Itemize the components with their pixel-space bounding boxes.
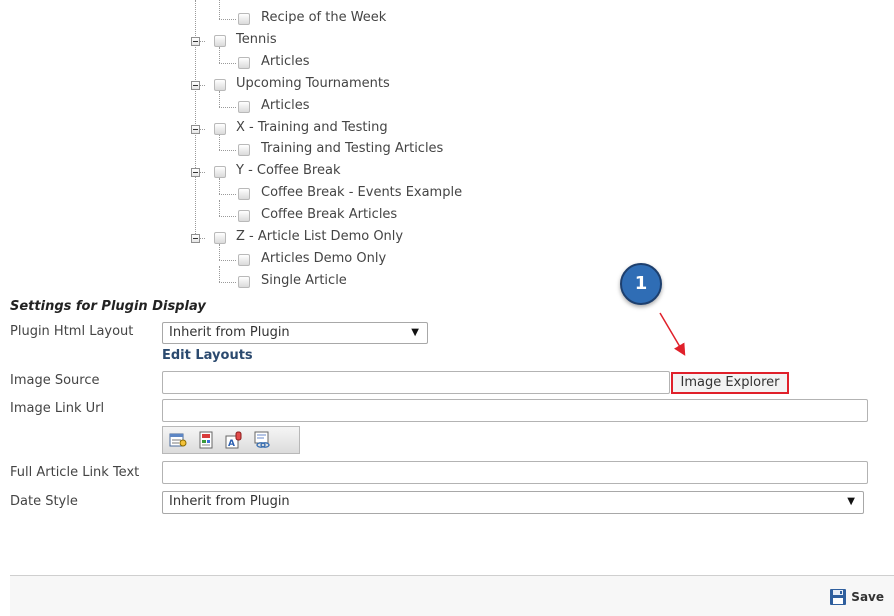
image-link-url-label: Image Link Url	[10, 401, 105, 416]
step-callout-badge: 1	[620, 263, 662, 305]
tree-node-label[interactable]: Articles	[261, 54, 309, 69]
collapse-toggle-icon[interactable]	[191, 168, 200, 178]
tree-node-label[interactable]: Tennis	[236, 32, 277, 47]
tree-connector	[219, 216, 236, 218]
plugin-html-layout-value: Inherit from Plugin	[169, 325, 290, 340]
collapse-toggle-icon[interactable]	[191, 36, 200, 46]
full-article-link-text-input[interactable]	[162, 461, 868, 484]
tree-connector	[219, 46, 220, 63]
plugin-html-layout-select[interactable]: Inherit from Plugin ▼	[162, 322, 428, 344]
tree-node-label[interactable]: Articles Demo Only	[261, 251, 386, 266]
tree-connector	[219, 259, 236, 261]
page-link-icon[interactable]	[169, 431, 187, 449]
tree-node-checkbox[interactable]	[238, 188, 250, 201]
save-label: Save	[851, 590, 884, 604]
tree-node-label[interactable]: Y - Coffee Break	[236, 163, 340, 178]
image-source-input[interactable]	[162, 371, 670, 394]
full-article-link-text-label: Full Article Link Text	[10, 465, 140, 480]
tree-node-checkbox[interactable]	[214, 78, 226, 91]
tree-connector	[200, 172, 205, 174]
tree-node-label[interactable]: Coffee Break - Events Example	[261, 185, 462, 200]
tree-node-checkbox[interactable]	[214, 166, 226, 179]
collapse-toggle-icon[interactable]	[191, 124, 200, 134]
save-button[interactable]: Save	[829, 588, 884, 606]
tree-connector	[200, 84, 205, 86]
tree-connector	[219, 244, 220, 260]
plugin-html-layout-label: Plugin Html Layout	[10, 324, 134, 339]
settings-section-title: Settings for Plugin Display	[10, 299, 206, 314]
tree-node-label[interactable]: Upcoming Tournaments	[236, 76, 390, 91]
tree-node-checkbox[interactable]	[238, 100, 250, 113]
dropdown-arrow-icon: ▼	[411, 327, 419, 338]
tree-connector	[219, 90, 220, 107]
tree-node-label[interactable]: Articles	[261, 98, 309, 113]
image-explorer-button[interactable]: Image Explorer	[671, 372, 789, 394]
tree-connector	[219, 62, 236, 64]
date-style-select[interactable]: Inherit from Plugin ▼	[162, 491, 864, 514]
tree-connector	[219, 106, 236, 108]
tree-connector	[195, 0, 196, 238]
category-tree: Recipe of the Week Tennis Articles Upcoming…	[0, 0, 894, 300]
tree-connector	[219, 0, 220, 19]
edit-layouts-link[interactable]: Edit Layouts	[162, 348, 253, 363]
url-link-icon[interactable]	[253, 431, 271, 449]
image-source-label: Image Source	[10, 373, 100, 388]
tree-node-checkbox[interactable]	[214, 34, 226, 47]
tree-connector	[219, 200, 220, 217]
tree-node-checkbox[interactable]	[238, 275, 250, 288]
svg-text:A: A	[228, 439, 235, 449]
tree-connector	[219, 150, 236, 152]
tree-node-checkbox[interactable]	[238, 253, 250, 266]
footer-bar: Save	[10, 575, 894, 616]
tree-node-label[interactable]: Recipe of the Week	[261, 10, 386, 25]
link-toolbar: A	[162, 426, 300, 454]
tree-node-label[interactable]: Single Article	[261, 273, 347, 288]
tree-node-checkbox[interactable]	[238, 56, 250, 69]
collapse-toggle-icon[interactable]	[191, 234, 200, 243]
tree-connector	[219, 194, 236, 196]
tree-connector	[219, 19, 236, 20]
tree-node-checkbox[interactable]	[238, 210, 250, 223]
tree-connector	[200, 128, 205, 130]
tree-node-label[interactable]: X - Training and Testing	[236, 120, 388, 135]
tree-connector	[219, 265, 220, 282]
tree-connector	[200, 238, 205, 239]
file-link-icon[interactable]: A	[225, 431, 243, 449]
tree-connector	[219, 178, 220, 195]
tree-connector	[219, 134, 220, 151]
tree-connector	[200, 40, 205, 42]
tree-node-label[interactable]: Coffee Break Articles	[261, 207, 397, 222]
date-style-value: Inherit from Plugin	[169, 494, 290, 509]
tree-node-checkbox[interactable]	[214, 122, 226, 135]
save-disk-icon	[830, 589, 847, 605]
tree-node-checkbox[interactable]	[238, 13, 250, 25]
tree-node-checkbox[interactable]	[214, 232, 226, 244]
tree-node-label[interactable]: Training and Testing Articles	[261, 141, 443, 156]
tree-connector	[219, 281, 236, 283]
image-link-url-input[interactable]	[162, 399, 868, 422]
tree-node-label[interactable]: Z - Article List Demo Only	[236, 229, 403, 244]
collapse-toggle-icon[interactable]	[191, 80, 200, 90]
module-link-icon[interactable]	[197, 431, 215, 449]
tree-node-checkbox[interactable]	[238, 144, 250, 157]
date-style-label: Date Style	[10, 494, 78, 509]
dropdown-arrow-icon: ▼	[847, 496, 855, 507]
